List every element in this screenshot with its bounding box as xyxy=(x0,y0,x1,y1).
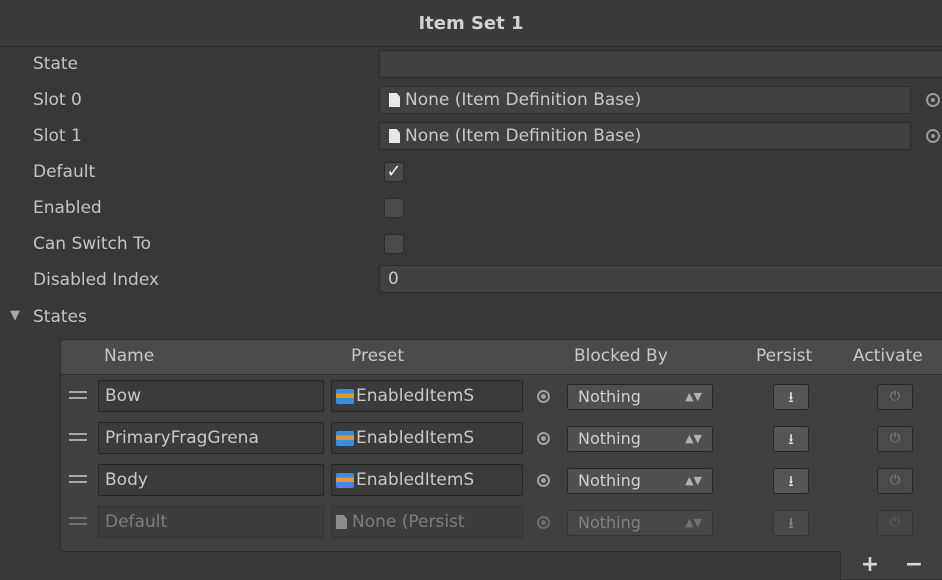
slot-0-picker-icon[interactable] xyxy=(926,93,940,107)
state-row: Bow EnabledItemS Nothing ▲▼ ⭳ ⏻ xyxy=(61,376,942,418)
preset-value: EnabledItemS xyxy=(356,386,475,406)
drag-handle-icon[interactable] xyxy=(69,433,87,445)
blocked-by-value: Nothing xyxy=(578,387,641,406)
blocked-by-dropdown[interactable]: Nothing ▲▼ xyxy=(567,426,713,452)
activate-button[interactable]: ⏻ xyxy=(877,426,913,452)
column-header-preset: Preset xyxy=(351,346,405,366)
persist-button[interactable]: ⭳ xyxy=(773,384,809,410)
activate-button[interactable]: ⏻ xyxy=(877,384,913,410)
blocked-by-value: Nothing xyxy=(578,513,641,532)
state-row: Body EnabledItemS Nothing ▲▼ ⭳ ⏻ xyxy=(61,460,942,502)
disabled-index-label: Disabled Index xyxy=(33,270,160,290)
drag-handle-icon[interactable] xyxy=(69,391,87,403)
drag-handle-icon xyxy=(69,517,87,529)
disabled-index-field[interactable]: 0 xyxy=(379,265,942,293)
default-label: Default xyxy=(33,162,96,182)
state-name-field[interactable]: PrimaryFragGrena xyxy=(98,422,324,454)
preset-field[interactable]: EnabledItemS xyxy=(331,422,523,454)
slot-0-label: Slot 0 xyxy=(33,90,82,110)
can-switch-to-checkbox[interactable] xyxy=(384,234,404,254)
states-list-header: Name Preset Blocked By Persist Activate xyxy=(61,340,942,375)
item-set-header: Item Set 1 xyxy=(0,0,942,47)
drag-handle-icon[interactable] xyxy=(69,475,87,487)
blocked-by-value: Nothing xyxy=(578,429,641,448)
item-set-title: Item Set 1 xyxy=(418,13,524,34)
download-icon: ⭳ xyxy=(788,388,794,406)
state-row: PrimaryFragGrena EnabledItemS Nothing ▲▼ … xyxy=(61,418,942,460)
preset-value: EnabledItemS xyxy=(356,428,475,448)
download-icon: ⭳ xyxy=(788,430,794,448)
blocked-by-dropdown[interactable]: Nothing ▲▼ xyxy=(567,384,713,410)
preset-picker-icon[interactable] xyxy=(537,474,550,487)
power-icon: ⏻ xyxy=(889,431,901,446)
column-header-blocked-by: Blocked By xyxy=(574,346,668,366)
preset-value: EnabledItemS xyxy=(356,470,475,490)
states-list: Name Preset Blocked By Persist Activate … xyxy=(60,339,942,552)
persist-button: ⭳ xyxy=(773,510,809,536)
state-name-field[interactable]: Body xyxy=(98,464,324,496)
slot-1-picker-icon[interactable] xyxy=(926,129,940,143)
foldout-arrow-icon[interactable]: ▼ xyxy=(10,308,20,323)
download-icon: ⭳ xyxy=(788,472,794,490)
document-icon xyxy=(389,93,400,107)
persist-button[interactable]: ⭳ xyxy=(773,468,809,494)
column-header-name: Name xyxy=(104,346,155,366)
states-foldout-label[interactable]: States xyxy=(33,303,87,331)
preset-value: None (Persist xyxy=(352,512,465,532)
preset-picker-icon[interactable] xyxy=(537,390,550,403)
updown-arrow-icon: ▲▼ xyxy=(685,516,702,529)
add-state-button[interactable]: + xyxy=(850,553,890,577)
preset-field: None (Persist xyxy=(331,506,523,538)
power-icon: ⏻ xyxy=(889,389,901,404)
preset-picker-icon[interactable] xyxy=(537,432,550,445)
state-label: State xyxy=(33,54,78,74)
updown-arrow-icon: ▲▼ xyxy=(685,390,702,403)
slot-0-value: None (Item Definition Base) xyxy=(405,90,642,110)
state-name-field: Default xyxy=(98,506,324,538)
persist-button[interactable]: ⭳ xyxy=(773,426,809,452)
preset-field[interactable]: EnabledItemS xyxy=(331,380,523,412)
state-row-default: Default None (Persist Nothing ▲▼ ⭳ ⏻ xyxy=(61,502,942,544)
document-icon xyxy=(389,129,400,143)
power-icon: ⏻ xyxy=(889,473,901,488)
updown-arrow-icon: ▲▼ xyxy=(685,474,702,487)
preset-icon xyxy=(336,431,354,446)
blocked-by-dropdown: Nothing ▲▼ xyxy=(567,510,713,536)
can-switch-to-label: Can Switch To xyxy=(33,234,151,254)
default-checkbox[interactable]: ✓ xyxy=(384,162,404,182)
preset-icon xyxy=(336,473,354,488)
power-icon: ⏻ xyxy=(889,515,901,530)
document-icon xyxy=(336,515,347,529)
column-header-persist: Persist xyxy=(756,346,813,366)
column-header-activate: Activate xyxy=(853,346,923,366)
preset-icon xyxy=(336,389,354,404)
state-field[interactable] xyxy=(379,50,942,78)
enabled-label: Enabled xyxy=(33,198,102,218)
blocked-by-value: Nothing xyxy=(578,471,641,490)
remove-state-button[interactable]: − xyxy=(894,553,934,577)
blocked-by-dropdown[interactable]: Nothing ▲▼ xyxy=(567,468,713,494)
slot-1-label: Slot 1 xyxy=(33,126,82,146)
activate-button[interactable]: ⏻ xyxy=(877,468,913,494)
activate-button[interactable]: ⏻ xyxy=(877,510,913,536)
preset-picker-icon xyxy=(537,516,550,529)
enabled-checkbox[interactable] xyxy=(384,198,404,218)
slot-0-field[interactable]: None (Item Definition Base) xyxy=(379,86,911,114)
preset-field[interactable]: EnabledItemS xyxy=(331,464,523,496)
download-icon: ⭳ xyxy=(788,514,794,532)
slot-1-value: None (Item Definition Base) xyxy=(405,126,642,146)
updown-arrow-icon: ▲▼ xyxy=(685,432,702,445)
state-name-field[interactable]: Bow xyxy=(98,380,324,412)
slot-1-field[interactable]: None (Item Definition Base) xyxy=(379,122,911,150)
